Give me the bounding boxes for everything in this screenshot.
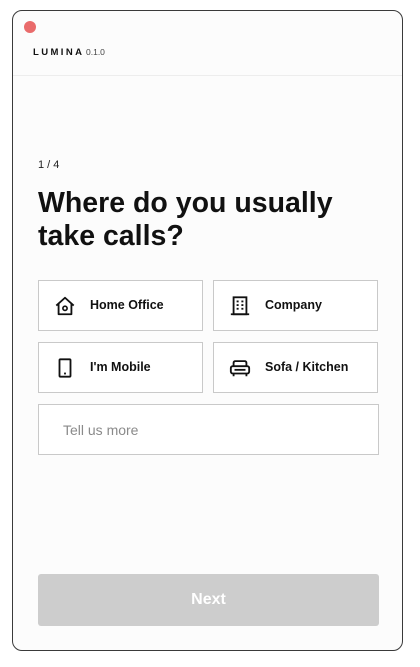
option-label: Sofa / Kitchen: [265, 360, 349, 374]
option-label: I'm Mobile: [90, 360, 151, 374]
question-title: Where do you usually take calls?: [38, 187, 333, 252]
tell-us-more-input[interactable]: [38, 404, 379, 455]
brand-logo: LUMINA: [33, 47, 85, 58]
option-company[interactable]: Company: [213, 280, 378, 331]
option-label: Home Office: [90, 298, 164, 312]
step-indicator: 1 / 4: [38, 159, 60, 171]
phone-icon: [58, 358, 72, 378]
next-button[interactable]: Next: [38, 574, 379, 626]
home-icon: [55, 296, 75, 316]
option-label: Company: [265, 298, 322, 312]
option-sofa-kitchen[interactable]: Sofa / Kitchen: [213, 342, 378, 393]
header: LUMINA 0.1.0: [13, 11, 402, 76]
sofa-icon: [229, 360, 251, 377]
app-window: LUMINA 0.1.0 1 / 4 Where do you usually …: [12, 10, 403, 651]
option-home-office[interactable]: Home Office: [38, 280, 203, 331]
option-mobile[interactable]: I'm Mobile: [38, 342, 203, 393]
building-icon: [230, 296, 250, 316]
version-label: 0.1.0: [86, 47, 105, 57]
